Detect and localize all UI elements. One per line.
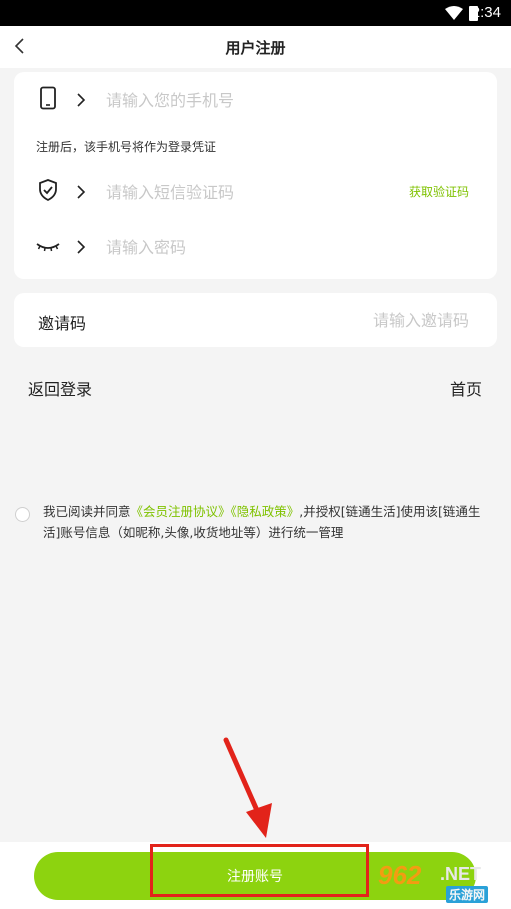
invite-code-card: 邀请码	[14, 293, 497, 347]
eye-closed-icon	[36, 243, 60, 252]
privacy-policy-link[interactable]: 《隐私政策》	[231, 504, 300, 519]
phone-input[interactable]	[106, 88, 386, 112]
phone-registration-card: 注册后，该手机号将作为登录凭证 获取验证码	[14, 72, 497, 279]
phone-icon	[40, 86, 56, 110]
status-time: 2:34	[471, 4, 501, 21]
agreement-text: 我已阅读并同意《会员注册协议》《隐私政策》,并授权[链通生活]使用该[链通生活]…	[43, 501, 493, 543]
get-code-button[interactable]: 获取验证码	[409, 183, 469, 200]
status-bar: 2:34	[0, 0, 511, 26]
phone-note: 注册后，该手机号将作为登录凭证	[36, 140, 217, 154]
member-agreement-link[interactable]: 《会员注册协议》	[131, 504, 231, 519]
sms-code-input[interactable]	[106, 180, 376, 204]
wifi-icon	[445, 6, 463, 20]
agreement-checkbox[interactable]	[15, 507, 30, 522]
shield-check-icon	[39, 179, 57, 202]
invite-code-input[interactable]	[269, 308, 469, 332]
chevron-right-icon	[77, 93, 86, 107]
agreement-prefix: 我已阅读并同意	[43, 504, 131, 519]
page-title: 用户注册	[225, 39, 286, 57]
chevron-right-icon	[77, 240, 86, 254]
top-nav-bar: 用户注册	[0, 26, 511, 68]
home-link[interactable]: 首页	[450, 376, 482, 400]
password-input[interactable]	[106, 235, 386, 259]
chevron-right-icon	[77, 185, 86, 199]
register-button[interactable]: 注册账号	[34, 852, 476, 900]
invite-code-label: 邀请码	[38, 314, 87, 333]
back-to-login-link[interactable]: 返回登录	[28, 376, 92, 400]
